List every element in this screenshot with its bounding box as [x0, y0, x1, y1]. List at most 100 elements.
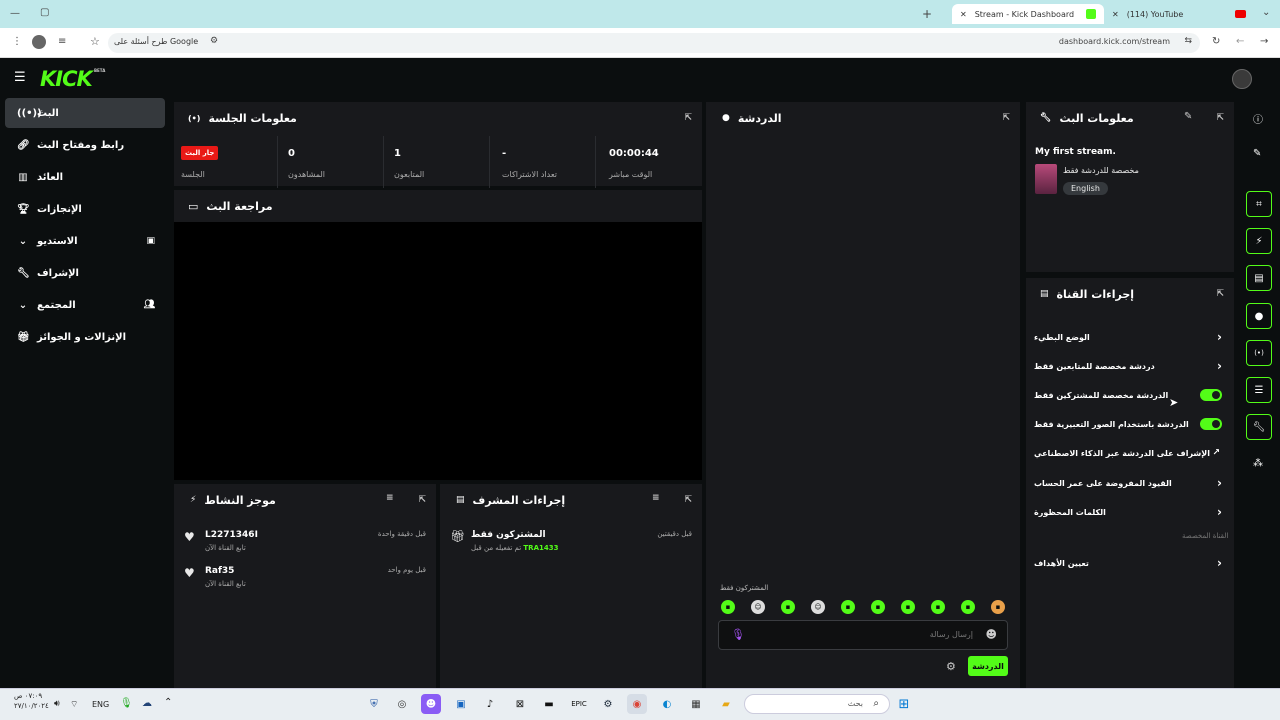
cloud-icon[interactable]: ☁: [142, 698, 152, 709]
emoji-icon[interactable]: ☻: [986, 628, 997, 641]
close-icon[interactable]: ✕: [960, 10, 967, 19]
ai-moderation-row[interactable]: الإشراف على الدردشة عبر الذكاء الاصطناعي…: [1034, 443, 1224, 463]
emote-icon[interactable]: ▪: [991, 600, 1005, 614]
settings-gear-icon[interactable]: ⚙: [946, 660, 956, 673]
popout-icon[interactable]: ⇱: [684, 495, 692, 505]
new-tab-icon[interactable]: +: [922, 7, 932, 21]
filter-icon[interactable]: ≡: [652, 493, 660, 503]
filter-icon[interactable]: ≡: [386, 493, 394, 503]
emote-icon[interactable]: ☺: [751, 600, 765, 614]
category-name[interactable]: مخصصة للدردشة فقط: [1063, 166, 1139, 175]
google-search-chip[interactable]: طرح أسئلة على Google: [114, 37, 198, 46]
lightning-icon[interactable]: ⚡︎: [1246, 228, 1272, 254]
apps-icon[interactable]: ⁂: [1253, 458, 1263, 469]
emote-icon[interactable]: ▪: [721, 600, 735, 614]
app-icon[interactable]: ◎: [392, 694, 412, 714]
chrome-icon[interactable]: ◉: [627, 694, 647, 714]
capture-icon[interactable]: ⌗: [1246, 191, 1272, 217]
youtube-favicon-icon: [1235, 10, 1246, 18]
epic-games-icon[interactable]: EPIC: [569, 694, 589, 714]
popout-icon[interactable]: ⇱: [1002, 113, 1010, 123]
set-goals-row[interactable]: تعيين الأهداف ›: [1034, 553, 1224, 573]
popout-icon[interactable]: ⇱: [684, 113, 692, 123]
emote-icon[interactable]: ▪: [841, 600, 855, 614]
forward-icon[interactable]: ←: [1236, 36, 1244, 47]
tiktok-icon[interactable]: ♪: [480, 694, 500, 714]
shield-icon[interactable]: ⛨: [364, 694, 384, 714]
emote-icon[interactable]: ▪: [931, 600, 945, 614]
tab-youtube[interactable]: ✕ (114) YouTube: [1106, 4, 1252, 24]
volume-icon[interactable]: 🔊︎: [54, 699, 60, 709]
minimize-icon[interactable]: —: [10, 8, 20, 19]
sidebar-item-studio[interactable]: ⌄ الاستديو ▣: [5, 226, 165, 256]
emote-icon[interactable]: ▪: [961, 600, 975, 614]
avatar[interactable]: [1232, 69, 1252, 89]
slow-mode-row[interactable]: الوضع البطيء ›: [1034, 327, 1224, 347]
site-settings-icon[interactable]: ⚙: [210, 36, 218, 46]
send-chat-button[interactable]: الدردشة: [968, 656, 1008, 676]
sidebar-item-achievements[interactable]: 🏆︎ الإنجازات: [5, 194, 165, 224]
wrench-icon[interactable]: 🔧︎: [1246, 414, 1272, 440]
emote-icon[interactable]: ▪: [781, 600, 795, 614]
microphone-icon[interactable]: 🎙︎: [120, 698, 133, 709]
microphone-icon[interactable]: 🎙︎: [731, 628, 745, 641]
kick-logo[interactable]: KICK: [40, 67, 93, 91]
tab-kick-dashboard[interactable]: ✕ Stream - Kick Dashboard: [952, 4, 1104, 24]
chevron-up-icon[interactable]: ⌃: [164, 697, 172, 708]
more-icon[interactable]: ⋮: [12, 36, 22, 47]
followers-only-row[interactable]: دردشة مخصصة للمتابعين فقط ›: [1034, 356, 1224, 376]
sidebar-item-revenue[interactable]: ▥ العائد: [5, 162, 165, 192]
capcut-icon[interactable]: ⊠: [510, 694, 530, 714]
emote-icon[interactable]: ▪: [871, 600, 885, 614]
discord-icon[interactable]: ☻: [421, 694, 441, 714]
broadcast-icon[interactable]: (•): [1246, 340, 1272, 366]
taskbar-search[interactable]: ⌕ بحث: [744, 694, 890, 714]
restore-icon[interactable]: ▢: [40, 7, 49, 18]
sidebar-item-moderation[interactable]: 🔧︎ الإشراف: [5, 258, 165, 288]
file-explorer-icon[interactable]: ▰: [716, 694, 736, 714]
streaming-app-icon[interactable]: ▬: [539, 694, 559, 714]
follower-name[interactable]: Raf35: [205, 566, 234, 576]
sidebar-item-community[interactable]: ⌄ المجتمع 👥︎: [5, 290, 165, 320]
window-app-icon[interactable]: ▣: [451, 694, 471, 714]
reload-icon[interactable]: ↻: [1212, 36, 1220, 47]
sidebar-item-stream-key[interactable]: 🔗︎ رابط ومفتاح البث: [5, 130, 165, 160]
clock[interactable]: ٠٧:٠٩ ص ٢٧/١٠/٢٠٢٤: [14, 691, 49, 711]
edit-pencil-icon[interactable]: ✎: [1184, 111, 1192, 122]
chat-icon[interactable]: ●: [1246, 303, 1272, 329]
follower-name[interactable]: L2271346I: [205, 530, 258, 540]
clipboard-icon[interactable]: ▤: [1246, 265, 1272, 291]
reading-list-icon[interactable]: ≡: [58, 36, 66, 47]
wifi-icon[interactable]: ⌔: [70, 699, 78, 710]
edit-pencil-icon[interactable]: ✎: [1253, 148, 1261, 159]
chat-input[interactable]: 🎙︎ إرسال رسالة ☻: [718, 620, 1008, 650]
browser-menu-icon[interactable]: ⌄: [1262, 7, 1270, 18]
hamburger-menu-icon[interactable]: ☰: [14, 70, 26, 85]
close-icon[interactable]: ✕: [1112, 10, 1119, 19]
address-field[interactable]: طرح أسئلة على Google ⚙ dashboard.kick.co…: [108, 33, 1200, 53]
back-icon[interactable]: →: [1260, 36, 1268, 47]
store-icon[interactable]: ▦: [686, 694, 706, 714]
subscribers-only-toggle[interactable]: [1200, 389, 1222, 401]
steam-icon[interactable]: ⚙: [598, 694, 618, 714]
account-age-row[interactable]: القيود المفروضة على عمر الحساب ›: [1034, 473, 1224, 493]
sidebar-item-broadcast[interactable]: ((•)) البث: [5, 98, 165, 128]
translate-icon[interactable]: ⇆: [1184, 36, 1192, 46]
live-badge: جار البث: [181, 146, 219, 160]
banned-words-row[interactable]: الكلمات المحظورة ›: [1034, 502, 1224, 522]
popout-icon[interactable]: ⇱: [1216, 113, 1224, 123]
emote-icon[interactable]: ☺: [811, 600, 825, 614]
profile-icon[interactable]: [32, 35, 46, 49]
popout-icon[interactable]: ⇱: [418, 495, 426, 505]
star-icon[interactable]: ☆: [90, 35, 100, 48]
emotes-only-toggle[interactable]: [1200, 418, 1222, 430]
sidebar-item-drops[interactable]: 🎁︎ الإنزالات و الجوائز: [5, 322, 165, 352]
emote-icon[interactable]: ▪: [901, 600, 915, 614]
info-icon[interactable]: ⓘ: [1253, 111, 1263, 126]
language-indicator[interactable]: ENG: [92, 700, 109, 709]
channel-settings-icon[interactable]: ☰: [1246, 377, 1272, 403]
popout-icon[interactable]: ⇱: [1216, 289, 1224, 299]
edge-icon[interactable]: ◐: [657, 694, 677, 714]
action-user[interactable]: TRA1433: [523, 544, 558, 552]
windows-start-icon[interactable]: ⊞: [894, 694, 914, 714]
